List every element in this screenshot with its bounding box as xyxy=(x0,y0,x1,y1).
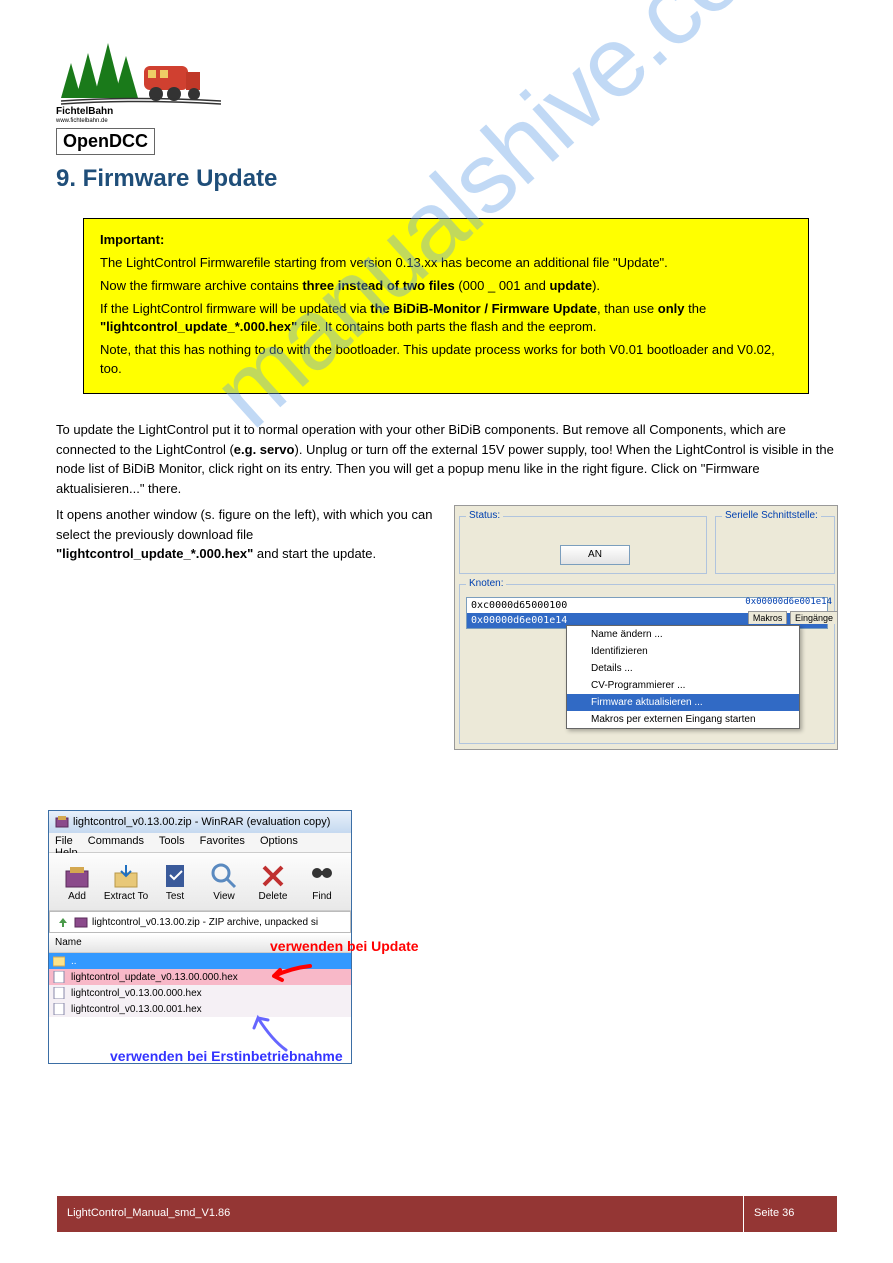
file-icon xyxy=(53,1003,65,1015)
menu-firmware-update[interactable]: Firmware aktualisieren ... xyxy=(567,694,799,711)
knoten-label: Knoten: xyxy=(466,578,506,589)
extract-icon xyxy=(111,861,141,891)
annotation-purple: verwenden bei Erstinbetriebnahme xyxy=(110,1048,343,1064)
winrar-menubar: File Commands Tools Favorites Options He… xyxy=(49,833,351,853)
node-right-label: 0x00000d6e001e14 xyxy=(745,597,832,607)
toolbar-delete[interactable]: Delete xyxy=(249,856,297,908)
menu-file[interactable]: File xyxy=(55,835,73,847)
logo-opendcc: OpenDCC xyxy=(56,128,155,155)
logo-url: www.fichtelbahn.de xyxy=(56,118,108,124)
toolbar-test[interactable]: Test xyxy=(151,856,199,908)
notice-line-3: If the LightControl firmware will be upd… xyxy=(100,300,792,338)
tab-makros[interactable]: Makros xyxy=(748,611,788,624)
menu-macros-extern[interactable]: Makros per externen Eingang starten xyxy=(567,711,799,728)
serial-label: Serielle Schnittstelle: xyxy=(722,510,821,521)
status-fieldset: Status: AN xyxy=(459,516,707,574)
archive-icon xyxy=(74,915,88,929)
fichtelbahn-logo-graphic xyxy=(56,28,226,106)
menu-identify[interactable]: Identifizieren xyxy=(567,643,799,660)
important-notice-box: Important: The LightControl Firmwarefile… xyxy=(83,218,809,394)
toolbar-view[interactable]: View xyxy=(200,856,248,908)
file-row-001[interactable]: lightcontrol_v0.13.00.001.hex xyxy=(49,1001,351,1017)
toolbar-extract[interactable]: Extract To xyxy=(102,856,150,908)
tab-eingaenge[interactable]: Eingänge xyxy=(790,611,838,624)
footer-doc-title: LightControl_Manual_smd_V1.86 xyxy=(56,1195,744,1233)
serial-fieldset: Serielle Schnittstelle: xyxy=(715,516,835,574)
menu-details[interactable]: Details ... xyxy=(567,660,799,677)
annotation-red: verwenden bei Update xyxy=(270,938,419,954)
an-button[interactable]: AN xyxy=(560,545,630,565)
notice-line-1: The LightControl Firmwarefile starting f… xyxy=(100,254,792,273)
status-label: Status: xyxy=(466,510,503,521)
menu-tools[interactable]: Tools xyxy=(159,835,185,847)
winrar-title: lightcontrol_v0.13.00.zip - WinRAR (eval… xyxy=(73,816,330,828)
footer-page-number: Seite 36 xyxy=(744,1195,838,1233)
menu-favorites[interactable]: Favorites xyxy=(200,835,245,847)
add-icon xyxy=(62,861,92,891)
notice-line-4: Note, that this has nothing to do with t… xyxy=(100,341,792,379)
winrar-icon xyxy=(55,815,69,829)
menu-rename[interactable]: Name ändern ... xyxy=(567,626,799,643)
delete-icon xyxy=(258,861,288,891)
body-paragraph-1: To update the LightControl put it to nor… xyxy=(56,420,836,498)
section-heading: 9. Firmware Update xyxy=(56,165,277,193)
knoten-fieldset: Knoten: 0xc0000d65000100 0x00000d6e001e1… xyxy=(459,584,835,744)
file-icon xyxy=(53,971,65,983)
file-icon xyxy=(53,987,65,999)
body-paragraph-2: It opens another window (s. figure on th… xyxy=(56,505,436,564)
view-icon xyxy=(209,861,239,891)
file-row-000[interactable]: lightcontrol_v0.13.00.000.hex xyxy=(49,985,351,1001)
toolbar-add[interactable]: Add xyxy=(53,856,101,908)
winrar-pathbar[interactable]: lightcontrol_v0.13.00.zip - ZIP archive,… xyxy=(49,911,351,933)
logo-title: FichtelBahn xyxy=(56,106,113,117)
folder-icon xyxy=(53,955,65,967)
page-footer: LightControl_Manual_smd_V1.86 Seite 36 xyxy=(56,1195,838,1233)
menu-cv-prog[interactable]: CV-Programmierer ... xyxy=(567,677,799,694)
winrar-titlebar: lightcontrol_v0.13.00.zip - WinRAR (eval… xyxy=(49,811,351,833)
test-icon xyxy=(160,861,190,891)
bidib-monitor-screenshot: Status: AN Serielle Schnittstelle: Knote… xyxy=(454,505,838,750)
menu-options[interactable]: Options xyxy=(260,835,298,847)
toolbar-find[interactable]: Find xyxy=(298,856,346,908)
notice-line-2: Now the firmware archive contains three … xyxy=(100,277,792,296)
important-label: Important: xyxy=(100,232,164,247)
winrar-toolbar: Add Extract To Test View Delete Find xyxy=(49,853,351,911)
find-icon xyxy=(307,861,337,891)
menu-commands[interactable]: Commands xyxy=(88,835,144,847)
path-text: lightcontrol_v0.13.00.zip - ZIP archive,… xyxy=(92,917,318,928)
context-menu: Name ändern ... Identifizieren Details .… xyxy=(566,625,800,729)
red-arrow-icon xyxy=(262,962,312,986)
header-logo: FichtelBahn www.fichtelbahn.de OpenDCC xyxy=(56,28,226,132)
up-icon[interactable] xyxy=(56,915,70,929)
winrar-screenshot: lightcontrol_v0.13.00.zip - WinRAR (eval… xyxy=(48,810,352,1064)
